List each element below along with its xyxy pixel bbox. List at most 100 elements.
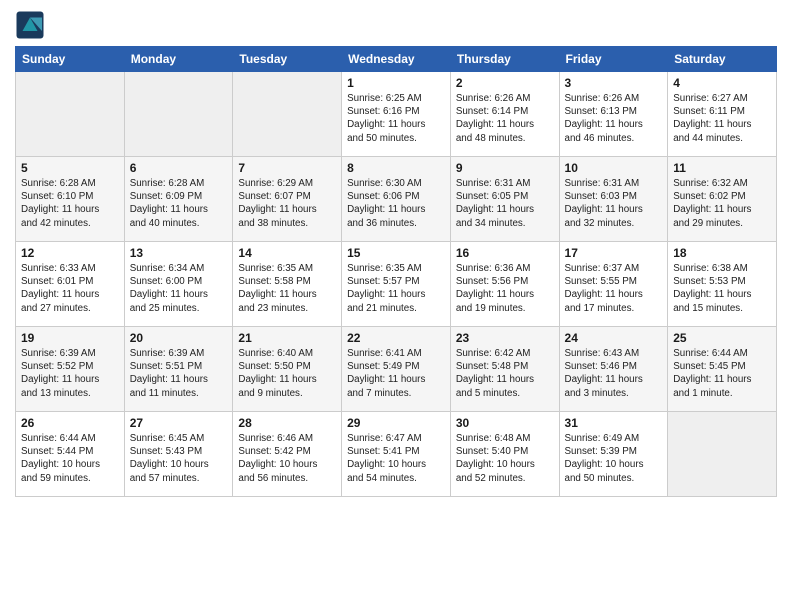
- day-content: Sunrise: 6:26 AMSunset: 6:14 PMDaylight:…: [456, 92, 554, 145]
- day-content: Sunrise: 6:49 AMSunset: 5:39 PMDaylight:…: [565, 432, 663, 485]
- day-content: Sunrise: 6:31 AMSunset: 6:05 PMDaylight:…: [456, 177, 554, 230]
- day-content: Sunrise: 6:46 AMSunset: 5:42 PMDaylight:…: [238, 432, 336, 485]
- header-cell-saturday: Saturday: [668, 47, 777, 72]
- week-row-3: 12Sunrise: 6:33 AMSunset: 6:01 PMDayligh…: [16, 242, 777, 327]
- day-number: 31: [565, 416, 663, 430]
- day-content: Sunrise: 6:25 AMSunset: 6:16 PMDaylight:…: [347, 92, 445, 145]
- day-number: 3: [565, 76, 663, 90]
- day-content: Sunrise: 6:35 AMSunset: 5:57 PMDaylight:…: [347, 262, 445, 315]
- day-number: 7: [238, 161, 336, 175]
- day-number: 18: [673, 246, 771, 260]
- day-number: 22: [347, 331, 445, 345]
- day-content: Sunrise: 6:34 AMSunset: 6:00 PMDaylight:…: [130, 262, 228, 315]
- day-cell: 22 Sunrise: 6:41 AMSunset: 5:49 PMDayligh…: [342, 327, 451, 412]
- day-cell: [233, 72, 342, 157]
- day-cell: 24 Sunrise: 6:43 AMSunset: 5:46 PMDayligh…: [559, 327, 668, 412]
- day-number: 17: [565, 246, 663, 260]
- day-cell: [16, 72, 125, 157]
- week-row-2: 5 Sunrise: 6:28 AMSunset: 6:10 PMDaylight…: [16, 157, 777, 242]
- day-number: 23: [456, 331, 554, 345]
- day-content: Sunrise: 6:28 AMSunset: 6:09 PMDaylight:…: [130, 177, 228, 230]
- day-number: 9: [456, 161, 554, 175]
- day-cell: 4 Sunrise: 6:27 AMSunset: 6:11 PMDaylight…: [668, 72, 777, 157]
- day-cell: 20 Sunrise: 6:39 AMSunset: 5:51 PMDayligh…: [124, 327, 233, 412]
- page-header: [15, 10, 777, 40]
- day-content: Sunrise: 6:27 AMSunset: 6:11 PMDaylight:…: [673, 92, 771, 145]
- day-cell: 8 Sunrise: 6:30 AMSunset: 6:06 PMDaylight…: [342, 157, 451, 242]
- day-number: 5: [21, 161, 119, 175]
- day-content: Sunrise: 6:44 AMSunset: 5:45 PMDaylight:…: [673, 347, 771, 400]
- day-number: 27: [130, 416, 228, 430]
- day-content: Sunrise: 6:42 AMSunset: 5:48 PMDaylight:…: [456, 347, 554, 400]
- day-content: Sunrise: 6:28 AMSunset: 6:10 PMDaylight:…: [21, 177, 119, 230]
- day-content: Sunrise: 6:30 AMSunset: 6:06 PMDaylight:…: [347, 177, 445, 230]
- day-cell: 12Sunrise: 6:33 AMSunset: 6:01 PMDayligh…: [16, 242, 125, 327]
- day-content: Sunrise: 6:39 AMSunset: 5:51 PMDaylight:…: [130, 347, 228, 400]
- day-number: 30: [456, 416, 554, 430]
- day-cell: 1 Sunrise: 6:25 AMSunset: 6:16 PMDaylight…: [342, 72, 451, 157]
- day-cell: 9 Sunrise: 6:31 AMSunset: 6:05 PMDaylight…: [450, 157, 559, 242]
- day-number: 14: [238, 246, 336, 260]
- day-content: Sunrise: 6:37 AMSunset: 5:55 PMDaylight:…: [565, 262, 663, 315]
- day-content: Sunrise: 6:33 AMSunset: 6:01 PMDaylight:…: [21, 262, 119, 315]
- header-cell-sunday: Sunday: [16, 47, 125, 72]
- day-number: 10: [565, 161, 663, 175]
- header-cell-wednesday: Wednesday: [342, 47, 451, 72]
- day-cell: 11 Sunrise: 6:32 AMSunset: 6:02 PMDayligh…: [668, 157, 777, 242]
- day-number: 26: [21, 416, 119, 430]
- day-number: 2: [456, 76, 554, 90]
- day-content: Sunrise: 6:32 AMSunset: 6:02 PMDaylight:…: [673, 177, 771, 230]
- day-cell: 19Sunrise: 6:39 AMSunset: 5:52 PMDayligh…: [16, 327, 125, 412]
- day-cell: 31 Sunrise: 6:49 AMSunset: 5:39 PMDayligh…: [559, 412, 668, 497]
- day-cell: 18Sunrise: 6:38 AMSunset: 5:53 PMDayligh…: [668, 242, 777, 327]
- day-cell: 13 Sunrise: 6:34 AMSunset: 6:00 PMDayligh…: [124, 242, 233, 327]
- header-cell-friday: Friday: [559, 47, 668, 72]
- day-number: 6: [130, 161, 228, 175]
- day-number: 13: [130, 246, 228, 260]
- day-cell: [668, 412, 777, 497]
- day-cell: [124, 72, 233, 157]
- day-number: 21: [238, 331, 336, 345]
- day-number: 11: [673, 161, 771, 175]
- week-row-4: 19Sunrise: 6:39 AMSunset: 5:52 PMDayligh…: [16, 327, 777, 412]
- calendar-page: SundayMondayTuesdayWednesdayThursdayFrid…: [0, 0, 792, 612]
- day-number: 25: [673, 331, 771, 345]
- day-content: Sunrise: 6:29 AMSunset: 6:07 PMDaylight:…: [238, 177, 336, 230]
- day-content: Sunrise: 6:47 AMSunset: 5:41 PMDaylight:…: [347, 432, 445, 485]
- day-cell: 26Sunrise: 6:44 AMSunset: 5:44 PMDayligh…: [16, 412, 125, 497]
- day-cell: 25 Sunrise: 6:44 AMSunset: 5:45 PMDayligh…: [668, 327, 777, 412]
- calendar-table: SundayMondayTuesdayWednesdayThursdayFrid…: [15, 46, 777, 497]
- day-number: 1: [347, 76, 445, 90]
- day-number: 4: [673, 76, 771, 90]
- day-number: 8: [347, 161, 445, 175]
- header-cell-tuesday: Tuesday: [233, 47, 342, 72]
- day-cell: 16Sunrise: 6:36 AMSunset: 5:56 PMDayligh…: [450, 242, 559, 327]
- day-content: Sunrise: 6:41 AMSunset: 5:49 PMDaylight:…: [347, 347, 445, 400]
- day-cell: 29 Sunrise: 6:47 AMSunset: 5:41 PMDayligh…: [342, 412, 451, 497]
- logo: [15, 10, 49, 40]
- day-cell: 3 Sunrise: 6:26 AMSunset: 6:13 PMDaylight…: [559, 72, 668, 157]
- logo-icon: [15, 10, 45, 40]
- day-content: Sunrise: 6:45 AMSunset: 5:43 PMDaylight:…: [130, 432, 228, 485]
- day-cell: 2 Sunrise: 6:26 AMSunset: 6:14 PMDaylight…: [450, 72, 559, 157]
- day-cell: 21Sunrise: 6:40 AMSunset: 5:50 PMDayligh…: [233, 327, 342, 412]
- day-content: Sunrise: 6:39 AMSunset: 5:52 PMDaylight:…: [21, 347, 119, 400]
- day-number: 24: [565, 331, 663, 345]
- day-cell: 30Sunrise: 6:48 AMSunset: 5:40 PMDayligh…: [450, 412, 559, 497]
- week-row-5: 26Sunrise: 6:44 AMSunset: 5:44 PMDayligh…: [16, 412, 777, 497]
- day-number: 28: [238, 416, 336, 430]
- header-cell-thursday: Thursday: [450, 47, 559, 72]
- day-number: 15: [347, 246, 445, 260]
- day-content: Sunrise: 6:43 AMSunset: 5:46 PMDaylight:…: [565, 347, 663, 400]
- header-row: SundayMondayTuesdayWednesdayThursdayFrid…: [16, 47, 777, 72]
- day-number: 20: [130, 331, 228, 345]
- day-number: 29: [347, 416, 445, 430]
- day-content: Sunrise: 6:26 AMSunset: 6:13 PMDaylight:…: [565, 92, 663, 145]
- day-cell: 5 Sunrise: 6:28 AMSunset: 6:10 PMDaylight…: [16, 157, 125, 242]
- day-cell: 27 Sunrise: 6:45 AMSunset: 5:43 PMDayligh…: [124, 412, 233, 497]
- day-cell: 14Sunrise: 6:35 AMSunset: 5:58 PMDayligh…: [233, 242, 342, 327]
- day-cell: 6 Sunrise: 6:28 AMSunset: 6:09 PMDaylight…: [124, 157, 233, 242]
- day-cell: 15 Sunrise: 6:35 AMSunset: 5:57 PMDayligh…: [342, 242, 451, 327]
- day-content: Sunrise: 6:36 AMSunset: 5:56 PMDaylight:…: [456, 262, 554, 315]
- day-cell: 7 Sunrise: 6:29 AMSunset: 6:07 PMDaylight…: [233, 157, 342, 242]
